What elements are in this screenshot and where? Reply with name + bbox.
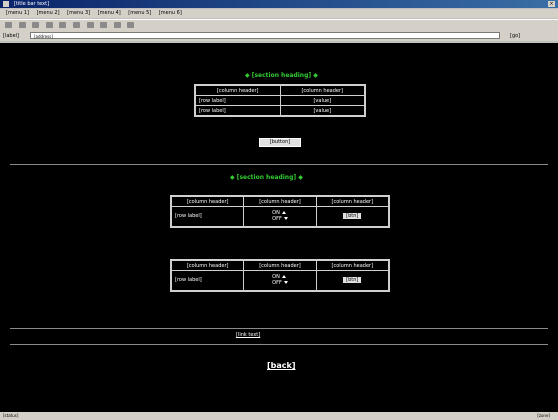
go-button[interactable]: [go] [510,33,520,39]
menu-item-4[interactable]: [menu 4] [98,10,121,16]
execute-button[interactable]: [btn] [343,213,362,220]
menu-item-5[interactable]: [menu 5] [128,10,151,16]
row-name: [row label] [170,206,245,227]
up-arrow-icon [281,275,286,279]
table-row: [row label] ON OFF [btn] [170,206,390,227]
menu-item-6[interactable]: [menu 6] [159,10,182,16]
section2-title: ◆ [section heading] ◆ [230,174,303,181]
address-input[interactable]: [address] [30,32,500,39]
menu-item-3[interactable]: [menu 3] [67,10,90,16]
menu-item-2[interactable]: [menu 2] [37,10,60,16]
forward-nav-icon[interactable] [18,22,26,28]
mail-icon[interactable] [113,22,121,28]
option-off[interactable]: OFF [272,280,282,286]
app-icon [3,1,9,7]
row-name: [row label] [170,270,245,291]
status-table: [column header] [column header] [row lab… [194,84,366,117]
on-off-select[interactable]: ON OFF [243,206,317,227]
favorites-icon[interactable] [86,22,94,28]
status-bar: [status] [zone] [0,412,558,420]
up-arrow-icon [281,211,286,215]
table-header: [column header] [170,195,245,207]
back-link[interactable]: [back] [267,361,296,370]
stop-icon[interactable] [32,22,40,28]
table-header: [column header] [243,259,317,271]
option-off[interactable]: OFF [272,216,282,222]
menu-bar: [menu 1] [menu 2] [menu 3] [menu 4] [men… [0,9,558,18]
address-bar: [label] [address] [go] [0,31,558,41]
control-table-1: [column header] [column header] [column … [170,195,390,228]
back-nav-icon[interactable] [5,22,12,28]
row-status: [value] [279,105,366,117]
section1-button[interactable]: [button] [259,138,301,147]
window-title: [title bar text] [14,1,50,7]
info-link[interactable]: [link text] [236,332,260,338]
on-off-select[interactable]: ON OFF [243,270,317,291]
table-header: [column header] [315,259,390,271]
row-status: [value] [279,95,366,106]
table-header: [column header] [315,195,390,207]
row-name: [row label] [194,95,281,106]
print-icon[interactable] [127,22,135,28]
page-content: ◆ [section heading] ◆ [column header] [c… [0,43,558,412]
table-header: [column header] [243,195,317,207]
history-icon[interactable] [100,22,108,28]
search-icon[interactable] [72,22,80,28]
divider [10,164,548,165]
home-icon[interactable] [59,22,67,28]
address-label: [label] [3,33,19,39]
title-bar: [title bar text] × [0,0,558,8]
zone-text: [zone] [537,413,550,418]
table-header: [column header] [194,84,281,96]
status-text: [status] [3,413,19,418]
row-name: [row label] [194,105,281,117]
toolbar [0,19,558,31]
execute-button[interactable]: [btn] [343,277,362,284]
divider [10,344,548,345]
table-row: [row label] [value] [194,105,366,117]
menu-item-1[interactable]: [menu 1] [6,10,29,16]
section1-title: ◆ [section heading] ◆ [245,72,318,79]
down-arrow-icon [283,217,288,221]
table-row: [row label] [value] [194,95,366,106]
table-header: [column header] [279,84,366,96]
close-button[interactable]: × [548,1,555,7]
control-table-2: [column header] [column header] [column … [170,259,390,292]
table-header: [column header] [170,259,245,271]
divider [10,328,548,329]
down-arrow-icon [283,281,288,285]
refresh-icon[interactable] [45,22,53,28]
table-row: [row label] ON OFF [btn] [170,270,390,291]
